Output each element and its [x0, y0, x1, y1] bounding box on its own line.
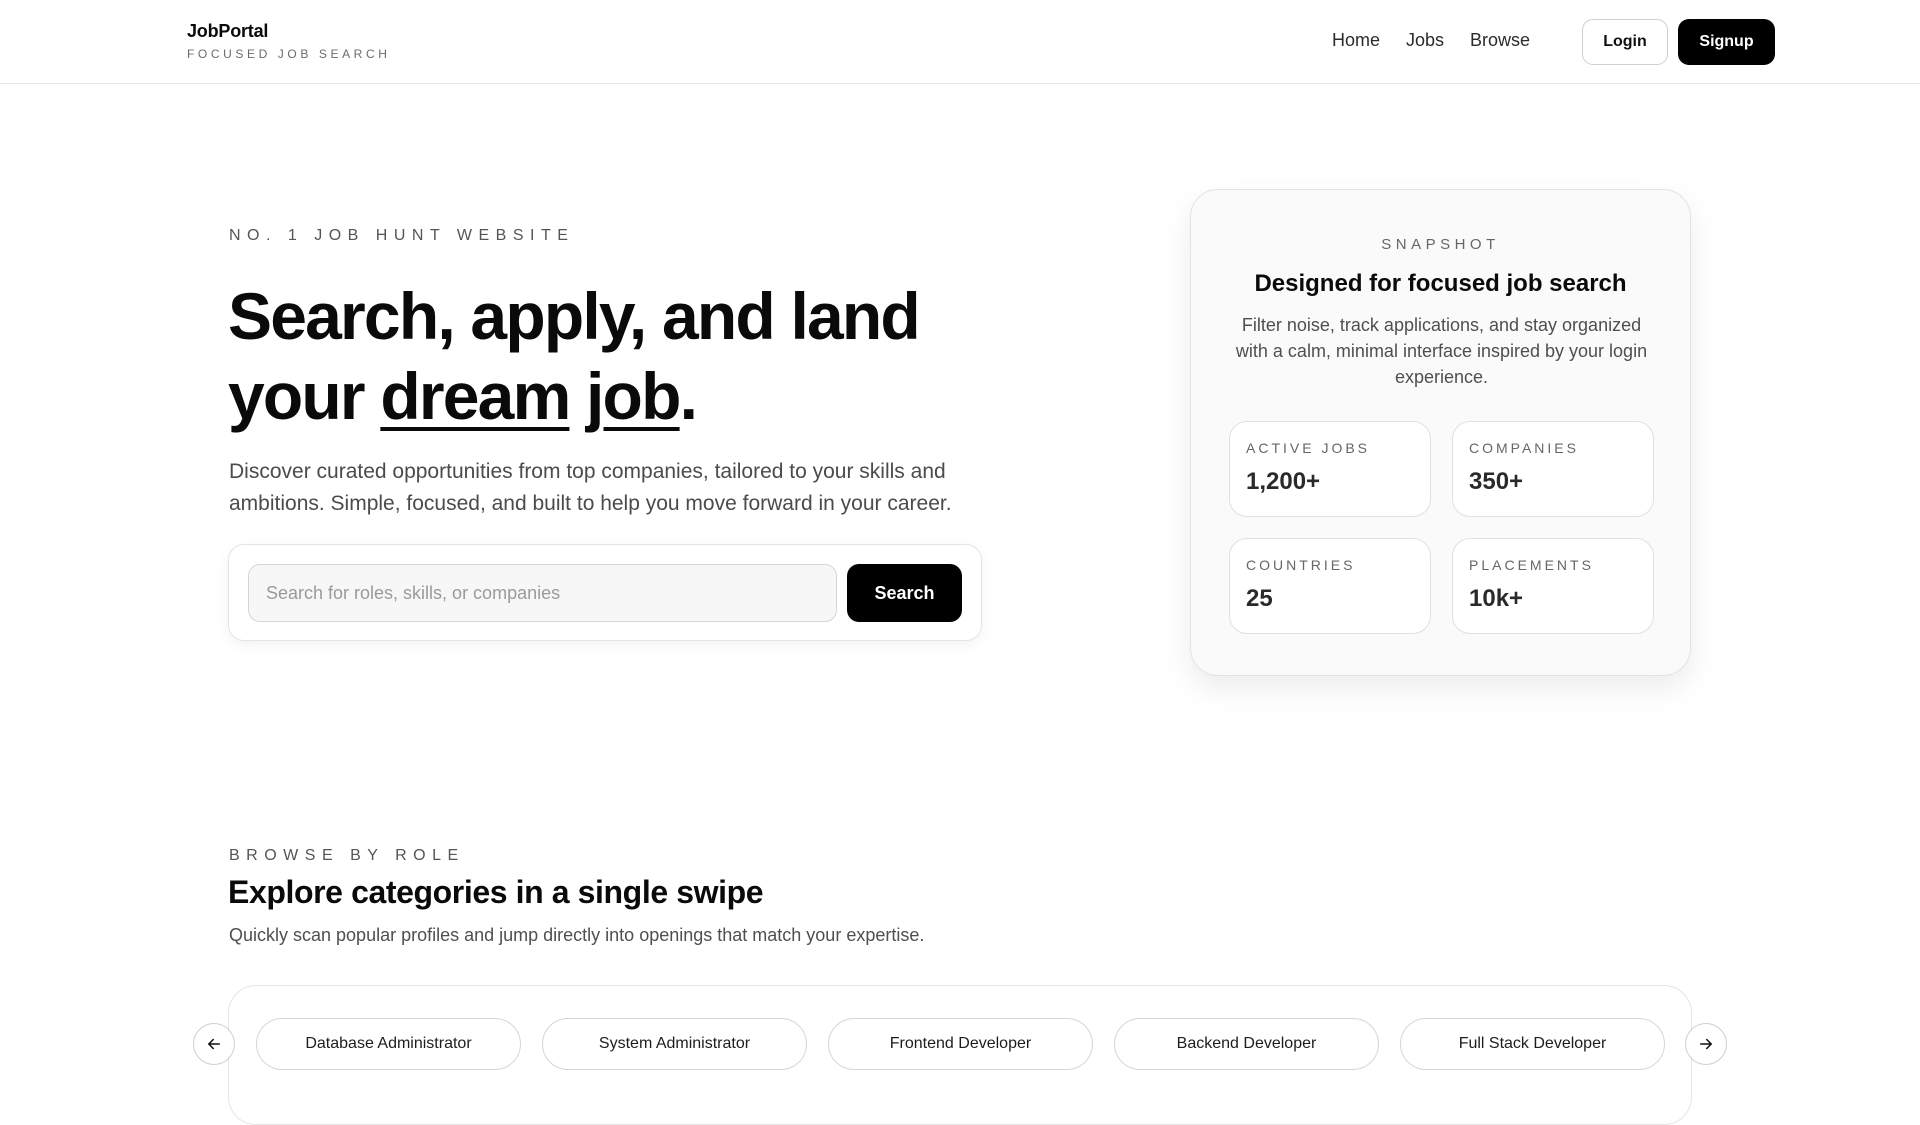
hero-title-line1: Search, apply, and land — [228, 279, 921, 353]
stat-label: PLACEMENTS — [1469, 557, 1594, 573]
hero-title: Search, apply, and land your dream job. — [228, 276, 1028, 436]
stat-value: 25 — [1246, 585, 1273, 612]
category-chip[interactable]: Backend Developer — [1114, 1018, 1379, 1070]
snapshot-card: SNAPSHOT Designed for focused job search… — [1190, 189, 1691, 676]
carousel-next-button[interactable] — [1685, 1023, 1727, 1065]
hero-eyebrow: NO. 1 JOB HUNT WEBSITE — [229, 227, 575, 244]
search-input[interactable] — [248, 564, 837, 622]
nav-jobs[interactable]: Jobs — [1406, 30, 1444, 51]
snapshot-description: Filter noise, track applications, and st… — [1235, 315, 1648, 387]
snapshot-eyebrow: SNAPSHOT — [1381, 236, 1500, 253]
carousel-prev-button[interactable] — [193, 1023, 235, 1065]
hero-title-job: job — [586, 359, 681, 433]
stat-label: ACTIVE JOBS — [1246, 440, 1371, 456]
brand-tagline: FOCUSED JOB SEARCH — [187, 47, 391, 61]
stat-active-jobs: ACTIVE JOBS 1,200+ — [1229, 421, 1431, 517]
arrow-left-icon — [208, 1038, 220, 1050]
stat-placements: PLACEMENTS 10k+ — [1452, 538, 1654, 634]
browse-subtitle: Quickly scan popular profiles and jump d… — [229, 925, 925, 945]
browse-title: Explore categories in a single swipe — [228, 874, 764, 910]
nav-browse[interactable]: Browse — [1470, 30, 1530, 51]
stat-value: 1,200+ — [1246, 468, 1321, 495]
category-chip[interactable]: System Administrator — [542, 1018, 807, 1070]
category-chip[interactable]: Full Stack Developer — [1400, 1018, 1665, 1070]
stat-value: 350+ — [1469, 468, 1524, 495]
hero-subtitle: Discover curated opportunities from top … — [229, 460, 952, 515]
hero-title-dream: dream — [380, 359, 571, 433]
main-nav: Home Jobs Browse — [1332, 30, 1530, 51]
search-button[interactable]: Search — [847, 564, 962, 622]
stat-companies: COMPANIES 350+ — [1452, 421, 1654, 517]
stat-label: COMPANIES — [1469, 440, 1579, 456]
hero-title-period: . — [679, 359, 698, 433]
stat-label: COUNTRIES — [1246, 557, 1356, 573]
browse-eyebrow: BROWSE BY ROLE — [229, 847, 465, 864]
category-chip[interactable]: Frontend Developer — [828, 1018, 1093, 1070]
hero-title-your: your — [228, 359, 381, 433]
signup-button[interactable]: Signup — [1678, 19, 1775, 65]
stat-value: 10k+ — [1469, 585, 1524, 612]
brand-name: JobPortal — [187, 21, 269, 41]
login-button[interactable]: Login — [1582, 19, 1668, 65]
snapshot-title: Designed for focused job search — [1254, 270, 1627, 297]
search-bar: Search — [228, 544, 982, 641]
stat-countries: COUNTRIES 25 — [1229, 538, 1431, 634]
brand[interactable]: JobPortal FOCUSED JOB SEARCH — [187, 21, 391, 61]
category-chip[interactable]: Database Administrator — [256, 1018, 521, 1070]
site-header: JobPortal FOCUSED JOB SEARCH Home Jobs B… — [0, 0, 1920, 84]
nav-home[interactable]: Home — [1332, 30, 1380, 51]
arrow-right-icon — [1700, 1038, 1712, 1050]
